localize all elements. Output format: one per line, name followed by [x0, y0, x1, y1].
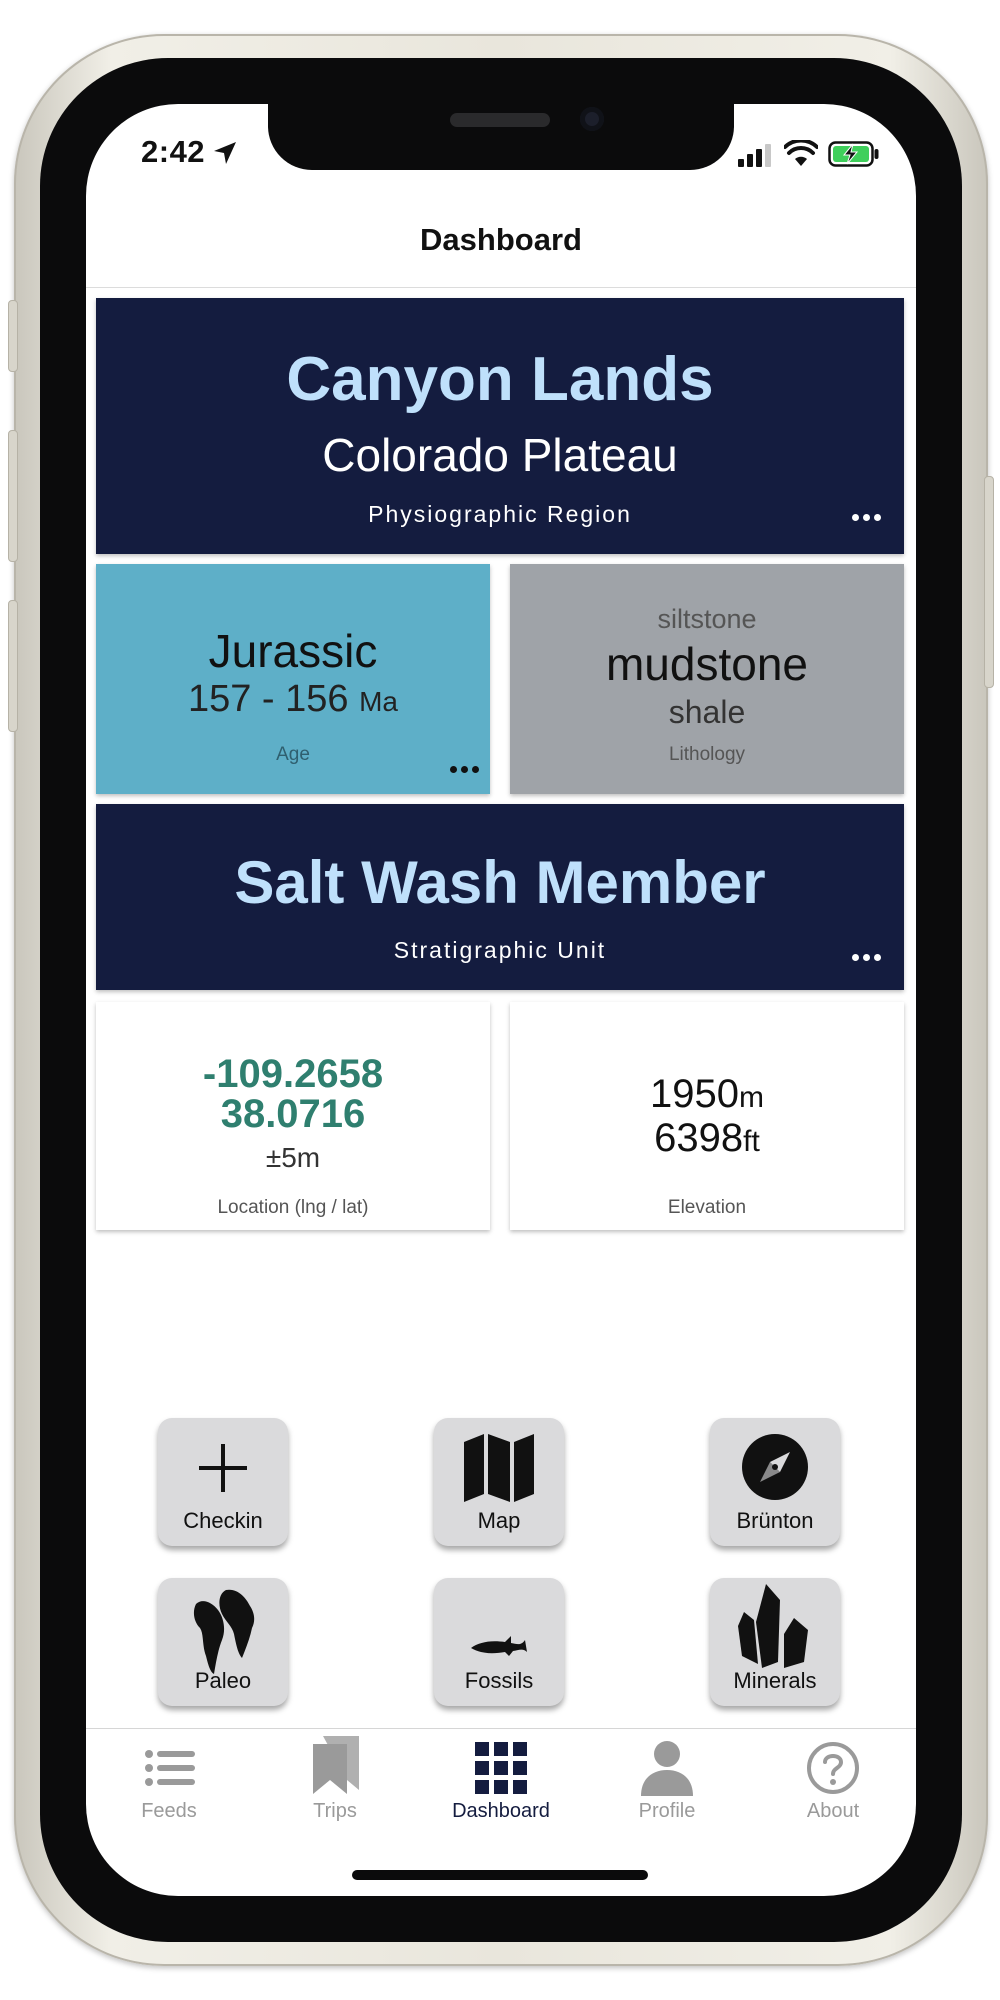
age-caption: Age [276, 744, 310, 765]
tabbar-divider [86, 1728, 916, 1729]
tab-feeds-label: Feeds [141, 1800, 197, 1822]
speaker [450, 113, 550, 127]
location-card[interactable]: -109.2658 38.0716 ±5m Location (lng / la… [96, 1002, 490, 1230]
elevation-meters-unit: m [738, 1081, 764, 1114]
unit-more-icon[interactable] [852, 954, 882, 961]
mute-switch [8, 300, 18, 372]
volume-up-button [8, 430, 18, 562]
grid-icon [475, 1742, 527, 1794]
unit-title: Salt Wash Member [234, 849, 766, 916]
elevation-caption: Elevation [667, 1197, 747, 1218]
volume-down-button [8, 600, 18, 732]
location-lng: -109.2658 [202, 1052, 384, 1096]
physiographic-region-card[interactable]: Canyon Lands Colorado Plateau Physiograp… [96, 298, 904, 554]
tab-about[interactable]: About [750, 1740, 916, 1823]
age-unit: Ma [359, 686, 399, 717]
paleo-label: Paleo [194, 1668, 252, 1693]
lithology-card[interactable]: siltstone mudstone shale Lithology [510, 564, 904, 794]
page-title: Dashboard [420, 222, 582, 257]
map-label: Map [477, 1508, 521, 1533]
age-period: Jurassic [208, 625, 378, 677]
age-more-icon[interactable] [450, 766, 480, 773]
tab-trips-label: Trips [313, 1800, 357, 1822]
cellular-signal-icon [738, 144, 771, 167]
elevation-feet-unit: ft [743, 1125, 760, 1158]
front-camera [580, 107, 604, 131]
checkin-label: Checkin [183, 1508, 263, 1533]
battery-charging-icon [828, 141, 879, 167]
crystals-icon [738, 1584, 808, 1668]
continents-icon [193, 1589, 255, 1674]
region-caption: Physiographic Region [368, 501, 632, 527]
home-indicator[interactable] [352, 1870, 648, 1880]
fish-fossil-icon [471, 1636, 527, 1656]
nav-divider [86, 287, 916, 288]
tab-dashboard[interactable]: Dashboard [418, 1740, 584, 1823]
lithology-top: siltstone [657, 604, 757, 634]
fossils-label: Fossils [464, 1668, 534, 1693]
elevation-feet: 6398 [654, 1116, 744, 1160]
checkin-button[interactable]: Checkin [158, 1418, 288, 1546]
lithology-main: mudstone [605, 638, 808, 690]
location-accuracy: ±5m [265, 1142, 321, 1173]
minerals-button[interactable]: Minerals [710, 1578, 840, 1706]
plus-icon [199, 1444, 247, 1492]
stratigraphic-unit-card[interactable]: Salt Wash Member Stratigraphic Unit [96, 804, 904, 990]
fossils-button[interactable]: Fossils [434, 1578, 564, 1706]
age-card[interactable]: Jurassic 157 - 156 Ma Age [96, 564, 490, 794]
tab-dashboard-label: Dashboard [452, 1800, 550, 1822]
elevation-card[interactable]: 1950m 6398ft Elevation [510, 1002, 904, 1230]
elevation-meters: 1950 [650, 1072, 739, 1116]
bookmarks-icon [313, 1736, 359, 1794]
power-button [984, 476, 994, 688]
minerals-label: Minerals [733, 1668, 817, 1693]
region-more-icon[interactable] [852, 514, 882, 521]
person-icon [641, 1741, 693, 1796]
elevation-feet-line: 6398ft [510, 1116, 904, 1161]
paleo-button[interactable]: Paleo [158, 1578, 288, 1706]
location-arrow-icon [214, 142, 236, 164]
map-button[interactable]: Map [434, 1418, 564, 1546]
elevation-meters-line: 1950m [510, 1072, 904, 1117]
status-time: 2:42 [141, 134, 206, 169]
compass-icon [742, 1434, 808, 1500]
question-icon [807, 1742, 859, 1794]
tab-profile-label: Profile [638, 1800, 696, 1822]
location-caption: Location (lng / lat) [217, 1197, 369, 1218]
tab-profile[interactable]: Profile [584, 1740, 750, 1823]
lithology-caption: Lithology [668, 744, 746, 765]
list-icon [145, 1750, 195, 1786]
tab-trips[interactable]: Trips [252, 1734, 418, 1823]
age-range-line: 157 - 156 Ma [96, 678, 490, 721]
age-range: 157 - 156 [187, 678, 349, 720]
brunton-label: Brünton [736, 1508, 814, 1533]
tab-about-label: About [806, 1800, 860, 1822]
wifi-icon [784, 140, 818, 166]
map-icon [464, 1434, 534, 1502]
region-subtitle: Colorado Plateau [322, 429, 678, 481]
region-title: Canyon Lands [286, 345, 714, 414]
location-lat: 38.0716 [220, 1092, 366, 1136]
tab-feeds[interactable]: Feeds [86, 1740, 252, 1823]
unit-caption: Stratigraphic Unit [393, 937, 607, 963]
lithology-bottom: shale [668, 694, 746, 730]
brunton-button[interactable]: Brünton [710, 1418, 840, 1546]
